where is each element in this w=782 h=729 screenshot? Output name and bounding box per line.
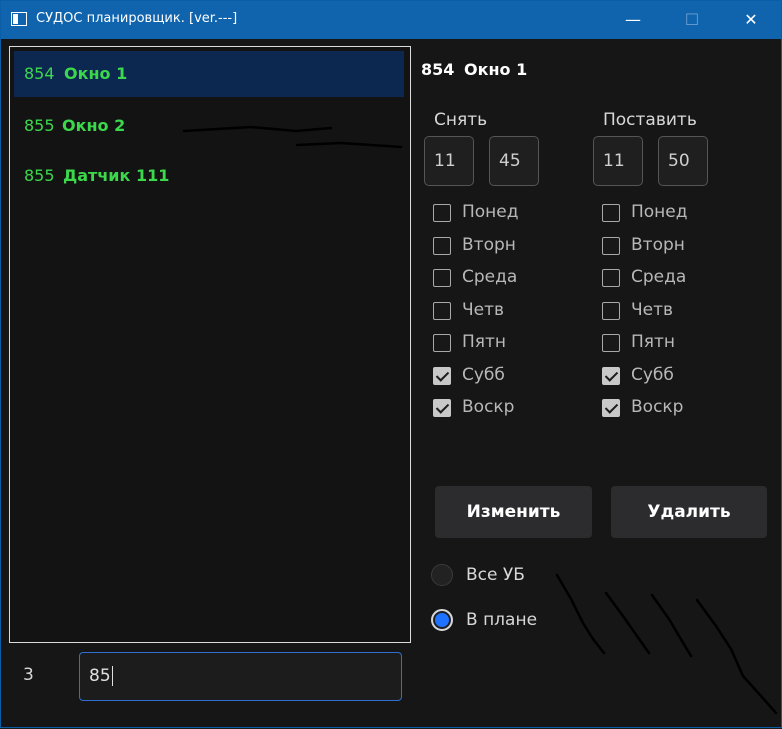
number-input[interactable]: 85 bbox=[79, 652, 402, 701]
text-caret bbox=[111, 666, 113, 686]
scribble-marks bbox=[182, 125, 778, 715]
app-window: СУДОС планировщик. [ver.---] — ☐ ✕ 854 О… bbox=[0, 0, 782, 728]
count-label: 3 bbox=[23, 665, 34, 685]
number-input-value: 85 bbox=[89, 666, 111, 686]
